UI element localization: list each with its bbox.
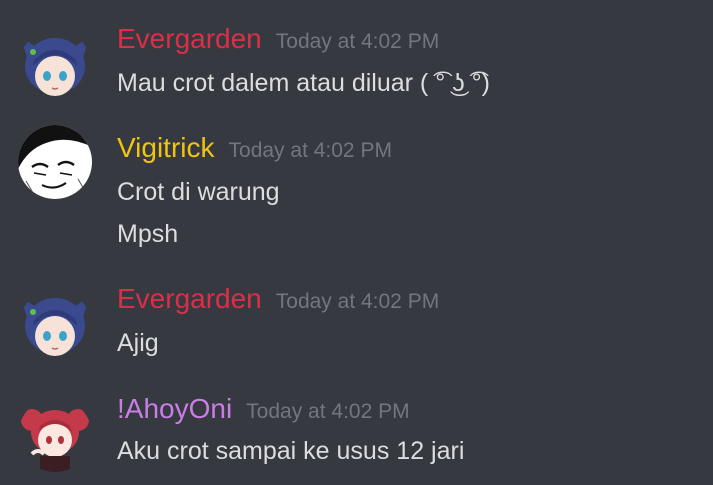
message-text: Mpsh xyxy=(117,220,179,248)
username[interactable]: Evergarden xyxy=(117,22,262,56)
manga-face-avatar-icon xyxy=(18,125,92,199)
avatar[interactable] xyxy=(18,398,92,472)
username[interactable]: !AhoyOni xyxy=(117,392,232,426)
timestamp[interactable]: Today at 4:02 PM xyxy=(276,30,439,54)
message-header: Evergarden Today at 4:02 PM xyxy=(117,282,439,316)
timestamp[interactable]: Today at 4:02 PM xyxy=(229,139,392,163)
message-header: Evergarden Today at 4:02 PM xyxy=(117,22,439,56)
message-text: Mau crot dalem atau diluar ( ͡° ͜ʖ ͡°) xyxy=(117,69,490,97)
anime-girl-red-hair-avatar-icon xyxy=(18,398,92,472)
username[interactable]: Vigitrick xyxy=(117,131,215,165)
message-header: !AhoyOni Today at 4:02 PM xyxy=(117,392,410,426)
avatar[interactable] xyxy=(18,290,92,364)
message-header: Vigitrick Today at 4:02 PM xyxy=(117,131,392,165)
timestamp[interactable]: Today at 4:02 PM xyxy=(276,290,439,314)
anime-girl-blue-hair-avatar-icon xyxy=(18,290,92,364)
message-text: Ajig xyxy=(117,329,159,357)
timestamp[interactable]: Today at 4:02 PM xyxy=(246,400,409,424)
avatar[interactable] xyxy=(18,30,92,104)
message-text: Crot di warung xyxy=(117,178,280,206)
avatar[interactable] xyxy=(18,125,92,199)
anime-girl-blue-hair-avatar-icon xyxy=(18,30,92,104)
message-text: Aku crot sampai ke usus 12 jari xyxy=(117,437,465,465)
username[interactable]: Evergarden xyxy=(117,282,262,316)
